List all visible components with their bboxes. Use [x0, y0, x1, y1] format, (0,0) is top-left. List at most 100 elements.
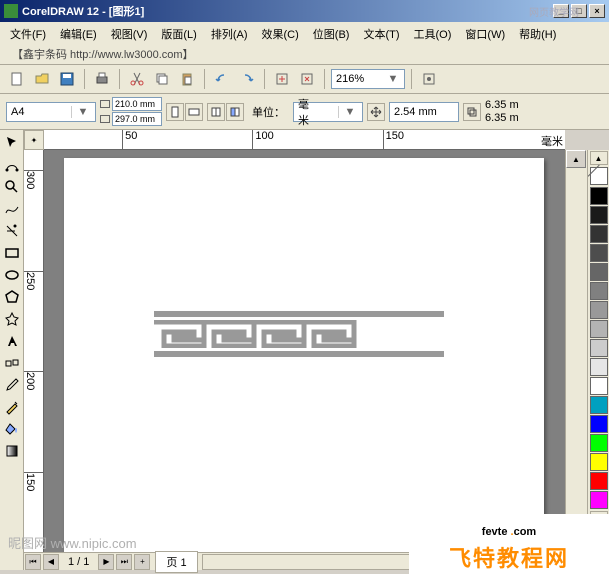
color-swatch[interactable]	[590, 301, 608, 319]
menu-view[interactable]: 视图(V)	[105, 24, 154, 44]
color-swatch[interactable]	[590, 358, 608, 376]
color-swatch[interactable]	[590, 282, 608, 300]
save-button[interactable]	[56, 68, 78, 90]
close-button[interactable]: ×	[589, 4, 605, 18]
vertical-ruler[interactable]: 300 250 200 150	[24, 150, 44, 552]
page-height-input[interactable]	[112, 112, 162, 126]
canvas-area[interactable]	[44, 150, 565, 552]
unit-value: 毫米	[298, 96, 318, 128]
last-page-button[interactable]: ⏭	[116, 554, 132, 570]
brand-overlay: fevte .com 飞特教程网	[409, 514, 609, 574]
menu-edit[interactable]: 编辑(E)	[54, 24, 103, 44]
workspace: ✦ 50 100 150 毫米 300 250 200 150 ▲ ▼	[0, 130, 609, 570]
polygon-tool[interactable]	[1, 286, 23, 308]
zoom-input[interactable]	[336, 73, 386, 85]
menu-help[interactable]: 帮助(H)	[513, 24, 562, 44]
export-button[interactable]	[296, 68, 318, 90]
interactive-fill-tool[interactable]	[1, 440, 23, 462]
add-page-button[interactable]: +	[134, 554, 150, 570]
open-button[interactable]	[31, 68, 53, 90]
color-swatch[interactable]	[590, 472, 608, 490]
document-page[interactable]	[64, 158, 544, 552]
fill-tool[interactable]	[1, 418, 23, 440]
nudge-combo[interactable]: 2.54 mm	[389, 102, 459, 122]
greek-key-pattern[interactable]	[154, 308, 444, 360]
color-swatch[interactable]	[590, 491, 608, 509]
color-swatch[interactable]	[590, 434, 608, 452]
menu-layout[interactable]: 版面(L)	[155, 24, 202, 44]
chevron-down-icon[interactable]: ▼	[338, 106, 358, 118]
color-swatch[interactable]	[590, 453, 608, 471]
chevron-down-icon[interactable]: ▼	[386, 73, 400, 85]
zoom-tool[interactable]	[1, 176, 23, 198]
smart-draw-tool[interactable]	[1, 220, 23, 242]
brand-logo: fevte .com	[482, 515, 536, 541]
chevron-down-icon[interactable]: ▼	[71, 106, 91, 118]
shape-tool[interactable]	[1, 154, 23, 176]
new-button[interactable]	[6, 68, 28, 90]
standard-toolbar: ▼	[0, 65, 609, 94]
pages-same-button[interactable]	[207, 103, 225, 121]
nudge-icon	[367, 103, 385, 121]
dup-y-value: 6.35 m	[485, 112, 519, 124]
no-color-swatch[interactable]	[590, 167, 608, 185]
color-swatch[interactable]	[590, 263, 608, 281]
copy-button[interactable]	[151, 68, 173, 90]
color-swatch[interactable]	[590, 206, 608, 224]
eyedropper-tool[interactable]	[1, 374, 23, 396]
color-swatch[interactable]	[590, 187, 608, 205]
rectangle-tool[interactable]	[1, 242, 23, 264]
outline-tool[interactable]	[1, 396, 23, 418]
paper-size-combo[interactable]: A4 ▼	[6, 102, 96, 122]
palette-up-button[interactable]: ▲	[590, 151, 608, 165]
ruler-tick: 200	[24, 371, 43, 390]
page-dimensions	[100, 97, 162, 126]
next-page-button[interactable]: ▶	[98, 554, 114, 570]
color-swatch[interactable]	[590, 320, 608, 338]
pages-diff-button[interactable]	[226, 103, 244, 121]
redo-button[interactable]	[236, 68, 258, 90]
color-swatch[interactable]	[590, 244, 608, 262]
color-swatch[interactable]	[590, 377, 608, 395]
scroll-up-button[interactable]: ▲	[566, 150, 586, 168]
pick-tool[interactable]	[1, 132, 23, 154]
menu-file[interactable]: 文件(F)	[4, 24, 52, 44]
page-width-input[interactable]	[112, 97, 162, 111]
unit-label: 单位：	[248, 104, 289, 120]
color-swatch[interactable]	[590, 396, 608, 414]
import-button[interactable]	[271, 68, 293, 90]
menu-text[interactable]: 文本(T)	[357, 24, 405, 44]
prev-page-button[interactable]: ◀	[43, 554, 59, 570]
snap-button[interactable]	[418, 68, 440, 90]
menu-effects[interactable]: 效果(C)	[256, 24, 305, 44]
text-tool[interactable]	[1, 330, 23, 352]
page-tab[interactable]: 页 1	[155, 551, 197, 573]
menu-arrange[interactable]: 排列(A)	[205, 24, 254, 44]
cut-button[interactable]	[126, 68, 148, 90]
print-button[interactable]	[91, 68, 113, 90]
menu-bitmap[interactable]: 位图(B)	[307, 24, 356, 44]
ellipse-tool[interactable]	[1, 264, 23, 286]
color-swatch[interactable]	[590, 415, 608, 433]
color-swatch[interactable]	[590, 225, 608, 243]
paper-size-value: A4	[11, 106, 31, 118]
shapes-tool[interactable]	[1, 308, 23, 330]
duplicate-offset: 6.35 m 6.35 m	[485, 99, 519, 124]
ruler-tick: 150	[383, 130, 404, 149]
menu-window[interactable]: 窗口(W)	[459, 24, 511, 44]
blend-tool[interactable]	[1, 352, 23, 374]
unit-combo[interactable]: 毫米 ▼	[293, 102, 363, 122]
menu-link[interactable]: 【鑫宇条码 http://www.lw3000.com】	[12, 46, 194, 62]
ruler-origin[interactable]: ✦	[24, 130, 44, 150]
first-page-button[interactable]: ⏮	[25, 554, 41, 570]
zoom-combo[interactable]: ▼	[331, 69, 405, 89]
portrait-button[interactable]	[166, 103, 184, 121]
paste-button[interactable]	[176, 68, 198, 90]
freehand-tool[interactable]	[1, 198, 23, 220]
color-swatch[interactable]	[590, 339, 608, 357]
landscape-button[interactable]	[185, 103, 203, 121]
undo-button[interactable]	[211, 68, 233, 90]
horizontal-ruler[interactable]: 50 100 150 毫米	[44, 130, 565, 150]
vertical-scrollbar[interactable]: ▲ ▼	[565, 150, 587, 552]
menu-tools[interactable]: 工具(O)	[408, 24, 458, 44]
